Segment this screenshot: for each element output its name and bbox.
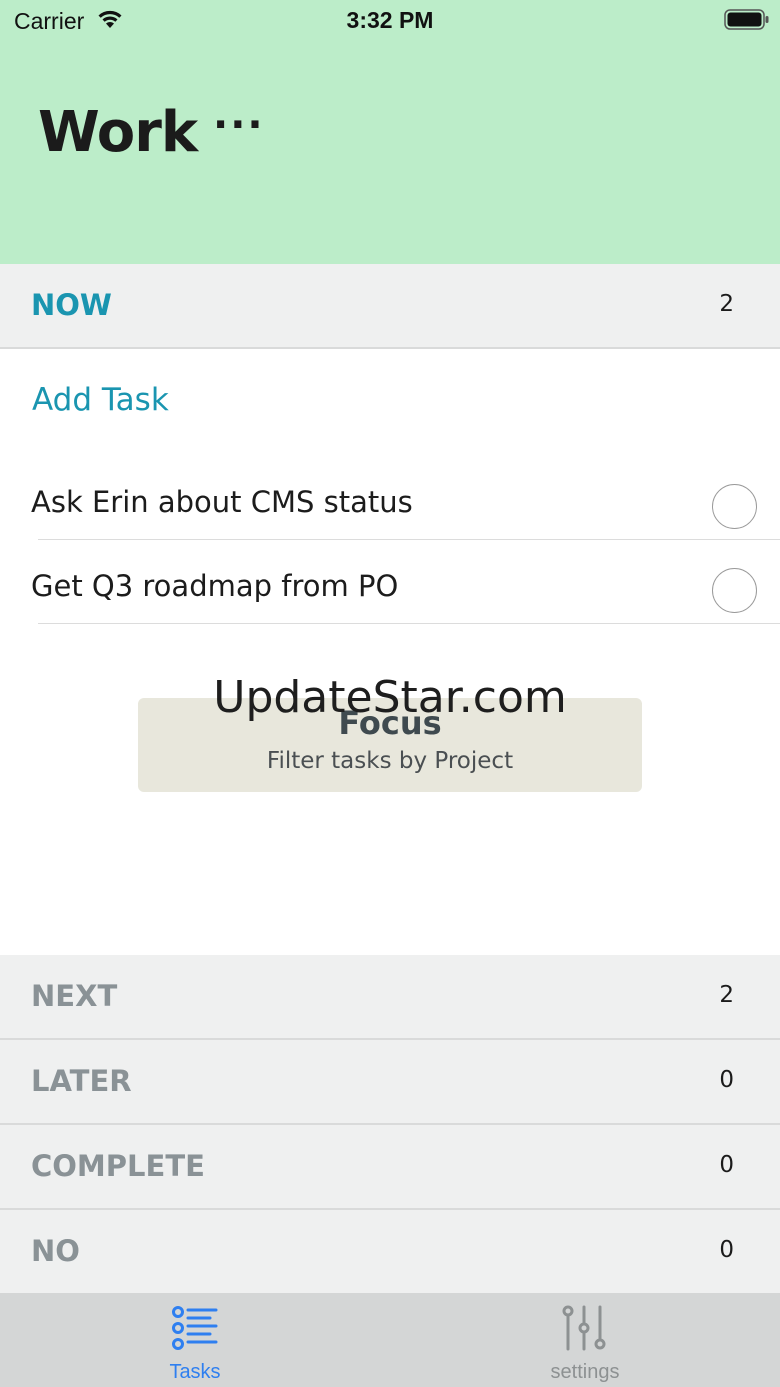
- task-label: Ask Erin about CMS status: [31, 485, 413, 519]
- watermark: UpdateStar.com: [213, 672, 567, 723]
- list-icon: [170, 1305, 220, 1355]
- sliders-icon: [560, 1305, 610, 1357]
- section-later[interactable]: LATER 0: [0, 1040, 780, 1125]
- tab-bar: Tasks settings: [0, 1293, 780, 1387]
- section-later-count: 0: [719, 1067, 734, 1093]
- more-options-button[interactable]: ···: [213, 102, 265, 148]
- section-no[interactable]: NO 0: [0, 1210, 780, 1293]
- task-row[interactable]: Get Q3 roadmap from PO: [0, 539, 780, 624]
- task-checkbox[interactable]: [712, 568, 757, 613]
- section-next-label: NEXT: [31, 979, 118, 1013]
- task-label: Get Q3 roadmap from PO: [31, 569, 399, 603]
- status-time: 3:32 PM: [346, 7, 434, 33]
- section-complete[interactable]: COMPLETE 0: [0, 1125, 780, 1210]
- header: Carrier 3:32 PM Work ···: [0, 0, 780, 264]
- status-bar: Carrier 3:32 PM: [0, 0, 780, 40]
- tab-settings-label: settings: [550, 1361, 620, 1383]
- section-now[interactable]: NOW 2: [0, 264, 780, 349]
- task-row[interactable]: Ask Erin about CMS status: [0, 455, 780, 540]
- section-no-label: NO: [31, 1234, 80, 1268]
- section-complete-label: COMPLETE: [31, 1149, 205, 1183]
- task-checkbox[interactable]: [712, 484, 757, 529]
- section-next-count: 2: [719, 982, 734, 1008]
- tab-settings[interactable]: settings: [390, 1293, 780, 1387]
- section-no-count: 0: [719, 1237, 734, 1263]
- section-now-label: NOW: [31, 288, 112, 322]
- section-complete-count: 0: [719, 1152, 734, 1178]
- section-later-label: LATER: [31, 1064, 132, 1098]
- row-divider: [38, 623, 780, 624]
- add-task-button[interactable]: Add Task: [32, 382, 169, 418]
- tab-tasks[interactable]: Tasks: [0, 1293, 390, 1387]
- focus-subtitle: Filter tasks by Project: [266, 748, 514, 774]
- battery-icon: [724, 9, 770, 35]
- section-next[interactable]: NEXT 2: [0, 955, 780, 1040]
- tab-tasks-label: Tasks: [169, 1361, 221, 1383]
- section-now-count: 2: [719, 291, 734, 317]
- page-title: Work: [38, 100, 198, 165]
